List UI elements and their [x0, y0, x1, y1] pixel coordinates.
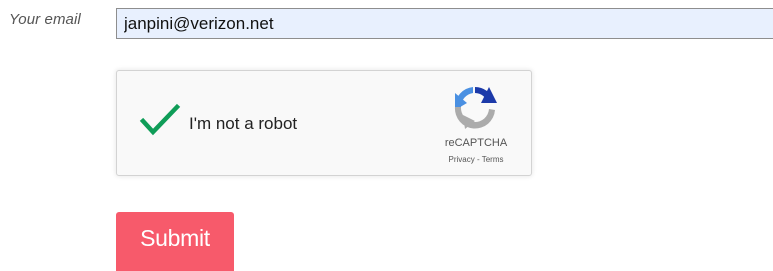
- checkmark-icon: [139, 103, 181, 136]
- terms-link[interactable]: Terms: [482, 155, 504, 164]
- privacy-link[interactable]: Privacy: [449, 155, 475, 164]
- recaptcha-label: I'm not a robot: [189, 114, 298, 133]
- recaptcha-checkbox[interactable]: [139, 101, 183, 141]
- recaptcha-logo-icon: [454, 87, 497, 129]
- email-input[interactable]: [116, 8, 773, 39]
- recaptcha-widget: I'm not a robot reCAPTCHA Privacy - Term…: [116, 70, 532, 176]
- links-separator: -: [476, 155, 480, 164]
- email-label: Your email: [9, 11, 81, 28]
- submit-button[interactable]: Submit: [116, 212, 234, 271]
- recaptcha-brand: reCAPTCHA: [444, 137, 508, 149]
- recaptcha-links: Privacy - Terms: [431, 155, 521, 164]
